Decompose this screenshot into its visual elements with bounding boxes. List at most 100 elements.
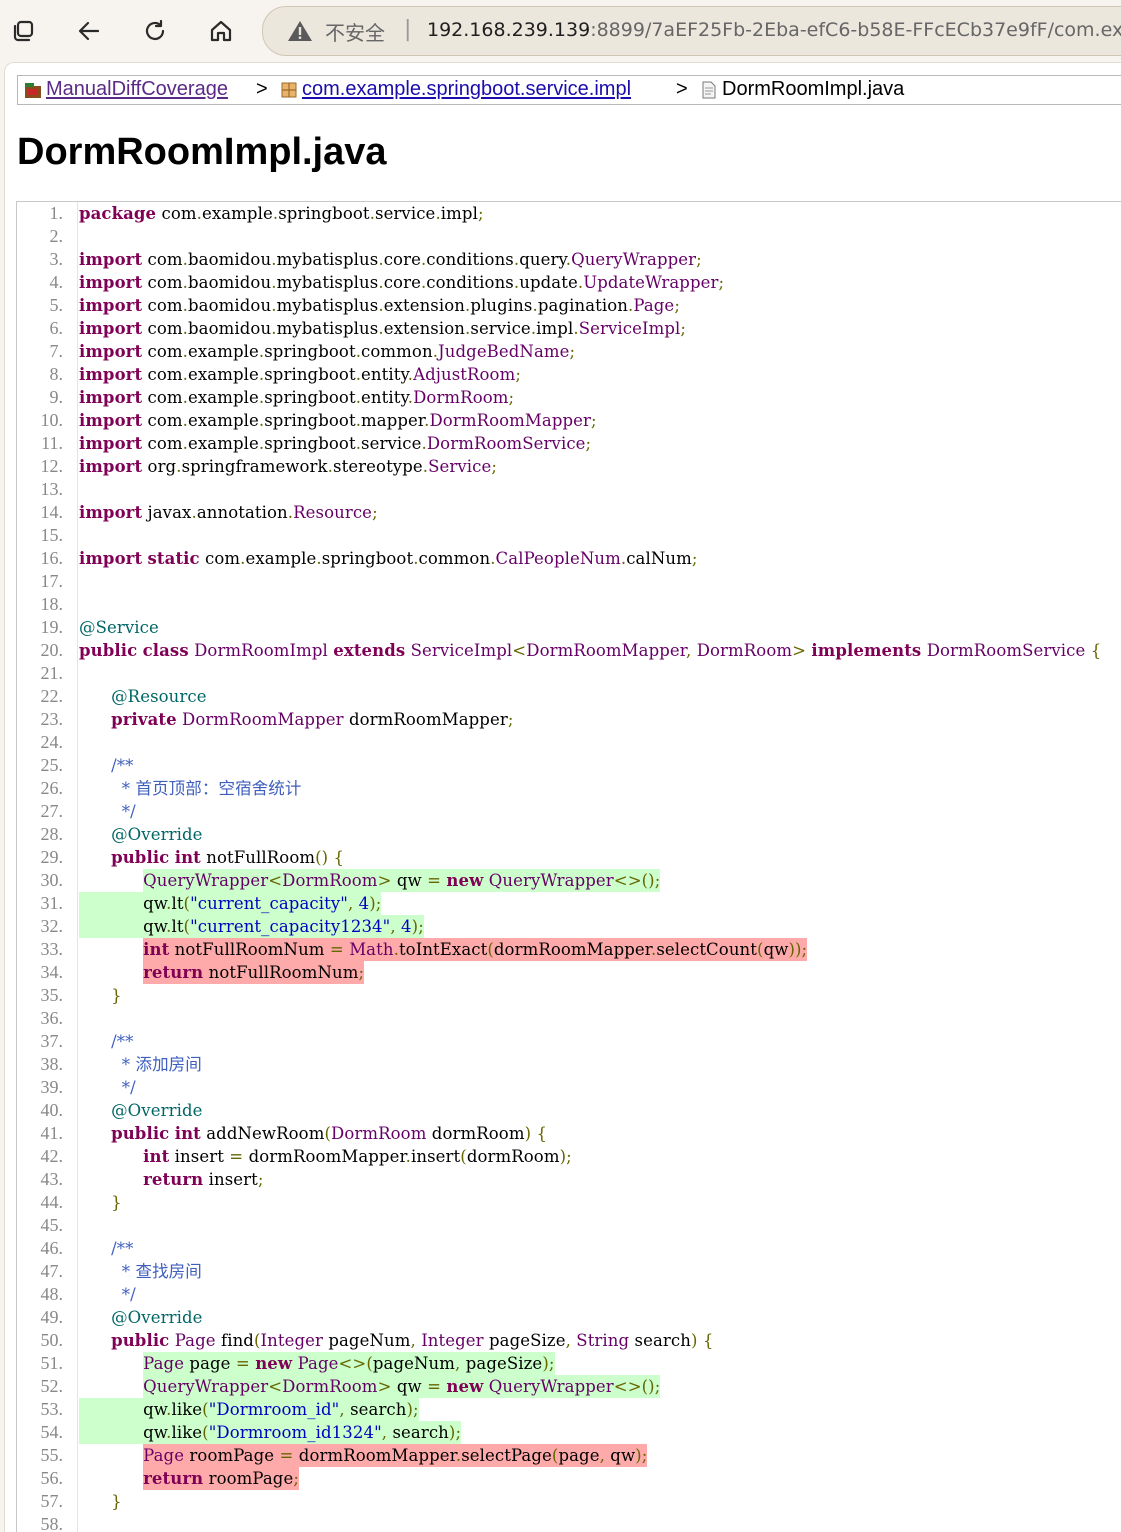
code-token: new [446, 1377, 484, 1396]
line-number: 52. [40, 1376, 64, 1396]
breadcrumb-link-root[interactable]: ManualDiffCoverage [46, 78, 228, 101]
breadcrumb-link-package[interactable]: com.example.springboot.service.impl [302, 78, 631, 101]
code-token: public [111, 1331, 170, 1350]
code-token: springboot [321, 549, 414, 568]
code-token: int [174, 1124, 201, 1143]
url-host: 192.168.239.139 [427, 19, 591, 41]
line-number: 12. [40, 456, 64, 476]
insecure-label[interactable]: 不安全 [325, 17, 385, 46]
code-token: import [79, 250, 143, 269]
line-number: 3. [49, 249, 64, 269]
code-token: ; [569, 342, 576, 361]
source-line: 24. [17, 731, 1121, 754]
line-number: 28. [40, 824, 64, 844]
address-bar[interactable]: 不安全 | 192.168.239.139:8899/7aEF25Fb-2Eba… [262, 6, 1121, 56]
code-token: ); [406, 1400, 419, 1419]
code-token: import [79, 411, 143, 430]
code-token: qw [79, 1400, 167, 1419]
code-token: DormRoom [282, 1377, 378, 1396]
line-number: 36. [40, 1008, 64, 1028]
source-line: 16. import static com.example.springboot.… [17, 547, 1121, 570]
code-text: @Resource [79, 685, 207, 708]
code-token: { [536, 1124, 548, 1143]
code-token: like [171, 1423, 203, 1442]
line-number: 6. [49, 318, 64, 338]
code-token: pageSize [460, 1354, 543, 1373]
code-token: ; [696, 250, 702, 269]
code-token: common [361, 342, 433, 361]
code-token: QueryWrapper [143, 1377, 269, 1396]
code-token: */ [111, 1078, 136, 1097]
code-token: import [79, 365, 143, 384]
line-number: 43. [40, 1169, 64, 1189]
code-text: private DormRoomMapper dormRoomMapper; [79, 708, 514, 731]
line-number: 37. [40, 1031, 64, 1051]
code-token: int [174, 848, 201, 867]
line-number: 11. [41, 433, 63, 453]
browser-toolbar: 不安全 | 192.168.239.139:8899/7aEF25Fb-2Eba… [0, 0, 1121, 62]
code-token: selectCount [656, 940, 758, 959]
code-text: import com.example.springboot.common.Jud… [79, 340, 575, 363]
code-token: } [111, 986, 122, 1005]
code-token: ; [358, 963, 365, 982]
code-text: * 添加房间 [79, 1053, 202, 1076]
source-line: 2. [17, 225, 1121, 248]
code-token: springboot [264, 411, 356, 430]
report-session-icon [25, 82, 41, 98]
source-line: 37. /** [17, 1030, 1121, 1053]
code-token: = [427, 1377, 442, 1396]
code-token: baomidou [188, 273, 272, 292]
source-line: 15. [17, 524, 1121, 547]
code-token: example [188, 411, 259, 430]
back-button[interactable] [70, 12, 108, 50]
code-token: calNum [626, 549, 692, 568]
code-token: ); [559, 1147, 572, 1166]
code-token: search [629, 1331, 691, 1350]
reload-button[interactable] [136, 12, 174, 50]
code-token: } [111, 1492, 122, 1511]
line-number: 17. [40, 571, 64, 591]
code-token: ; [491, 457, 498, 476]
tab-actions-icon[interactable] [4, 12, 42, 50]
home-button[interactable] [202, 12, 240, 50]
code-token: pagination [537, 296, 629, 315]
code-token: @Override [111, 825, 203, 844]
code-token: com [142, 319, 183, 338]
code-token: DormRoomImpl [194, 641, 328, 660]
covered-code: qw.lt("current_capacity", 4); [79, 892, 382, 915]
line-number: 35. [40, 985, 64, 1005]
code-token: ServiceImpl [410, 641, 513, 660]
code-token: ); [411, 917, 424, 936]
code-token: return [143, 1469, 204, 1488]
source-line: 13. [17, 478, 1121, 501]
code-token: Page [633, 296, 675, 315]
code-token: DormRoom [696, 641, 793, 660]
code-text: @Override [79, 823, 202, 846]
line-number: 5. [49, 295, 64, 315]
code-token: extension [383, 319, 466, 338]
line-number: 32. [40, 916, 64, 936]
line-number: 40. [40, 1100, 64, 1120]
code-token: ); [635, 1446, 648, 1465]
line-number: 30. [40, 870, 64, 890]
code-text: return insert; [79, 1168, 264, 1191]
source-line: 41. public int addNewRoom(DormRoom dormR… [17, 1122, 1121, 1145]
url-text[interactable]: 192.168.239.139:8899/7aEF25Fb-2Eba-efC6-… [427, 19, 1121, 41]
line-number: 50. [40, 1330, 64, 1350]
breadcrumb: ManualDiffCoverage > com.example.springb… [17, 75, 1121, 105]
line-number: 18. [40, 594, 64, 614]
code-text: @Override [79, 1306, 202, 1329]
code-token: UpdateWrapper [583, 273, 719, 292]
code-token: roomPage [203, 1469, 294, 1488]
code-token: mybatisplus [276, 273, 379, 292]
code-token: pageNum [322, 1331, 411, 1350]
code-token: static [147, 549, 200, 568]
line-number: 39. [40, 1077, 64, 1097]
code-token: find [215, 1331, 254, 1350]
